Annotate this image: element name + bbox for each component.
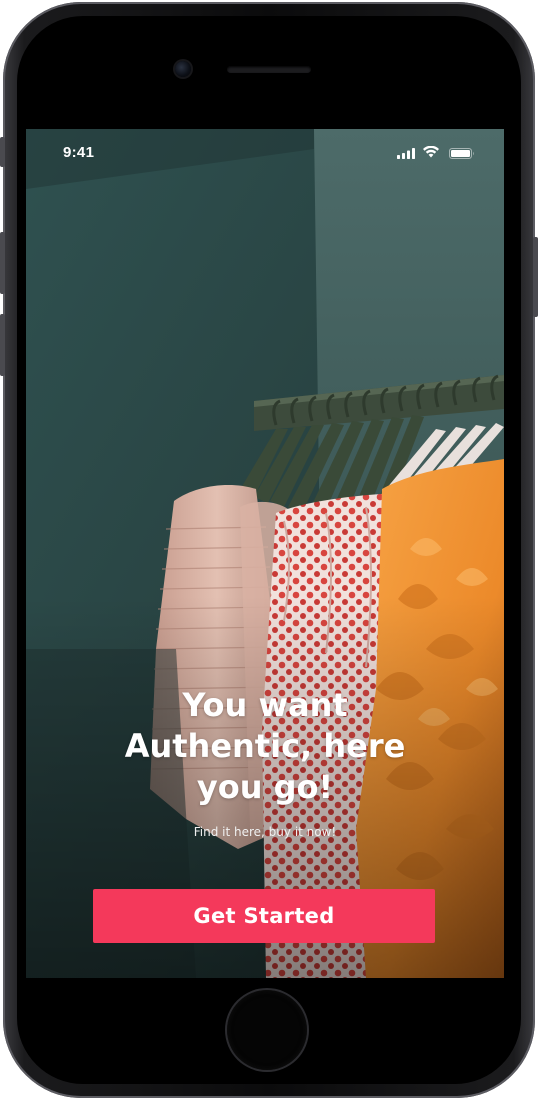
home-button[interactable] xyxy=(227,990,307,1070)
power-button xyxy=(533,237,538,317)
status-bar: 9:41 xyxy=(26,129,504,175)
onboarding-subtitle: Find it here, buy it now! xyxy=(193,825,337,839)
signal-icon xyxy=(397,148,415,159)
headline-line-1: You want xyxy=(182,686,348,724)
volume-down-button xyxy=(0,314,5,376)
battery-icon xyxy=(449,148,474,159)
clothing-rack-photo xyxy=(26,129,504,978)
front-camera xyxy=(175,61,191,77)
get-started-button[interactable]: Get Started xyxy=(93,889,435,943)
earpiece-speaker xyxy=(227,66,311,73)
volume-up-button xyxy=(0,232,5,294)
headline-line-2: Authentic, here xyxy=(124,727,406,765)
onboarding-headline: You want Authentic, here you go! xyxy=(66,685,464,808)
status-time: 9:41 xyxy=(63,144,95,161)
mute-switch xyxy=(0,137,5,167)
app-screen: 9:41 You want Authentic, here you go! Fi… xyxy=(26,129,504,978)
headline-line-3: you go! xyxy=(196,768,334,806)
wifi-icon xyxy=(423,146,439,158)
